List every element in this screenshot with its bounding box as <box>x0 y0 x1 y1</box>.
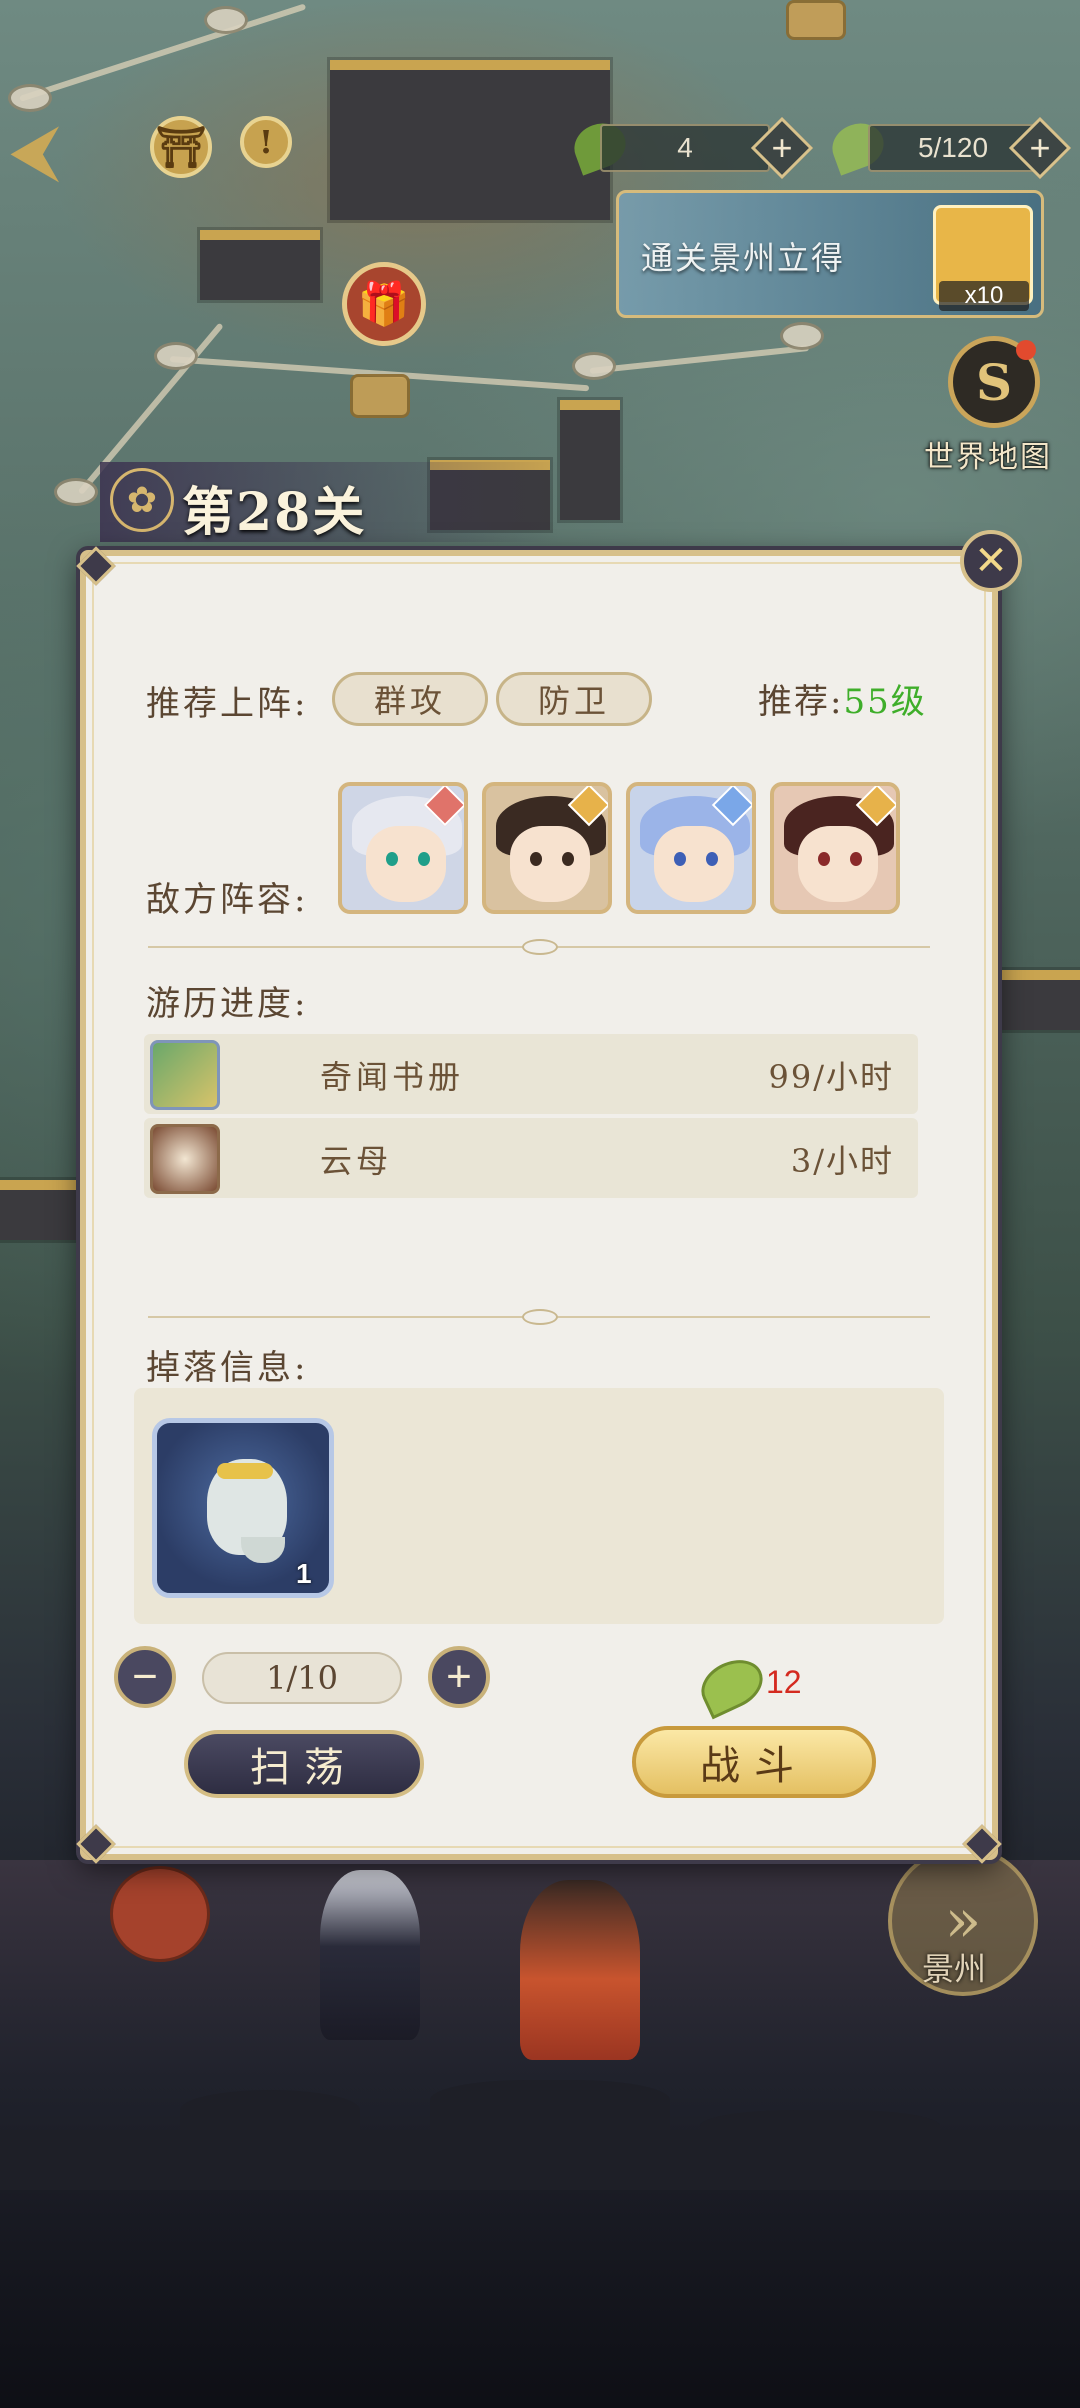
progress-item-name: 奇闻书册 <box>320 1058 465 1096</box>
travel-progress-label: 游历进度: <box>146 984 309 1024</box>
plus-icon: + <box>771 127 793 168</box>
recommended-level: 推荐:55级 <box>758 674 927 723</box>
recommend-level-value: 55级 <box>843 682 927 722</box>
drop-info-label: 掉落信息: <box>146 1348 309 1388</box>
progress-row: 奇闻书册 99/小时 <box>144 1034 918 1114</box>
stamina-cost: 12 <box>766 1664 802 1700</box>
back-arrow-icon[interactable]: ⮜ <box>10 115 120 185</box>
plus-button[interactable]: + <box>428 1646 490 1708</box>
notification-dot <box>1016 340 1036 360</box>
progress-row: 云母 3/小时 <box>144 1118 918 1198</box>
hall-icon[interactable]: ⛩ <box>150 116 212 178</box>
divider-ornament <box>522 1309 558 1325</box>
plus-icon: + <box>1029 127 1051 168</box>
roof-silhouette <box>430 2080 670 2130</box>
palace-building <box>330 60 610 220</box>
wall-silhouette <box>0 2130 1080 2190</box>
tag-defense: 防卫 <box>496 672 652 726</box>
enemy-portrait[interactable] <box>770 782 900 914</box>
stage-clear-reward-banner[interactable]: 通关景州立得 x10 <box>616 190 1044 318</box>
enemy-eye <box>706 852 718 866</box>
map-node[interactable] <box>8 84 52 112</box>
enemy-face <box>510 826 590 902</box>
enemy-portrait[interactable] <box>482 782 612 914</box>
world-map-label: 世界地图 <box>924 440 1052 475</box>
map-node[interactable] <box>786 0 846 40</box>
enemy-face <box>366 826 446 902</box>
sweep-count-display: 1/10 <box>202 1652 402 1704</box>
plus-icon: + <box>446 1652 472 1701</box>
enemy-face <box>654 826 734 902</box>
house-building <box>990 970 1080 1030</box>
pagoda-building <box>560 400 620 520</box>
enemy-eye <box>386 852 398 866</box>
reward-banner-text: 通关景州立得 <box>641 239 846 277</box>
map-node[interactable] <box>572 352 616 380</box>
house-building <box>200 230 320 300</box>
recommend-prefix: 推荐: <box>758 682 844 722</box>
gift-icon[interactable]: 🎁 <box>342 262 426 346</box>
enemy-eye <box>674 852 686 866</box>
stage-title: 第28关 <box>182 482 367 543</box>
roof-silhouette <box>180 2090 360 2130</box>
map-node[interactable] <box>780 322 824 350</box>
enemy-eye <box>818 852 830 866</box>
cup <box>241 1537 285 1563</box>
sweep-button[interactable]: 扫荡 <box>184 1730 424 1798</box>
enemy-portrait[interactable] <box>626 782 756 914</box>
jar-ribbon <box>217 1463 273 1479</box>
resource-1-value: 4 <box>677 132 693 163</box>
progress-item-name: 云母 <box>320 1142 393 1180</box>
map-node[interactable] <box>154 342 198 370</box>
alert-icon[interactable]: ! <box>240 116 292 168</box>
divider-ornament <box>522 939 558 955</box>
reward-item-count: x10 <box>939 281 1029 311</box>
mica-icon <box>150 1124 220 1194</box>
map-node[interactable] <box>350 374 410 418</box>
map-node[interactable] <box>204 6 248 34</box>
enemy-eye <box>562 852 574 866</box>
close-icon: ✕ <box>974 538 1008 584</box>
next-area-label: 景州 <box>922 1950 987 1988</box>
tag-aoe: 群攻 <box>332 672 488 726</box>
minus-button[interactable]: − <box>114 1646 176 1708</box>
resource-2-value: 5/120 <box>917 132 989 163</box>
stage-emblem-icon: ✿ <box>110 468 174 532</box>
map-node[interactable] <box>54 478 98 506</box>
close-button[interactable]: ✕ <box>960 530 1022 592</box>
enemy-eye <box>418 852 430 866</box>
enemy-lineup-label: 敌方阵容: <box>146 880 309 920</box>
book-icon <box>150 1040 220 1110</box>
drop-item-count: 1 <box>296 1558 312 1589</box>
minus-icon: − <box>132 1652 158 1701</box>
enemy-eye <box>850 852 862 866</box>
progress-item-rate: 3/小时 <box>790 1142 894 1180</box>
hero-character[interactable] <box>320 1870 420 2040</box>
ally-character[interactable] <box>520 1880 640 2060</box>
house-building <box>0 1180 80 1240</box>
enemy-portrait[interactable] <box>338 782 468 914</box>
enemy-face <box>798 826 878 902</box>
progress-item-rate: 99/小时 <box>768 1058 894 1096</box>
resource-bar-1: 4 <box>600 124 770 172</box>
clay-pot <box>110 1866 210 1962</box>
fight-button[interactable]: 战斗 <box>632 1726 876 1798</box>
recommended-lineup-label: 推荐上阵: <box>146 684 309 724</box>
enemy-eye <box>530 852 542 866</box>
